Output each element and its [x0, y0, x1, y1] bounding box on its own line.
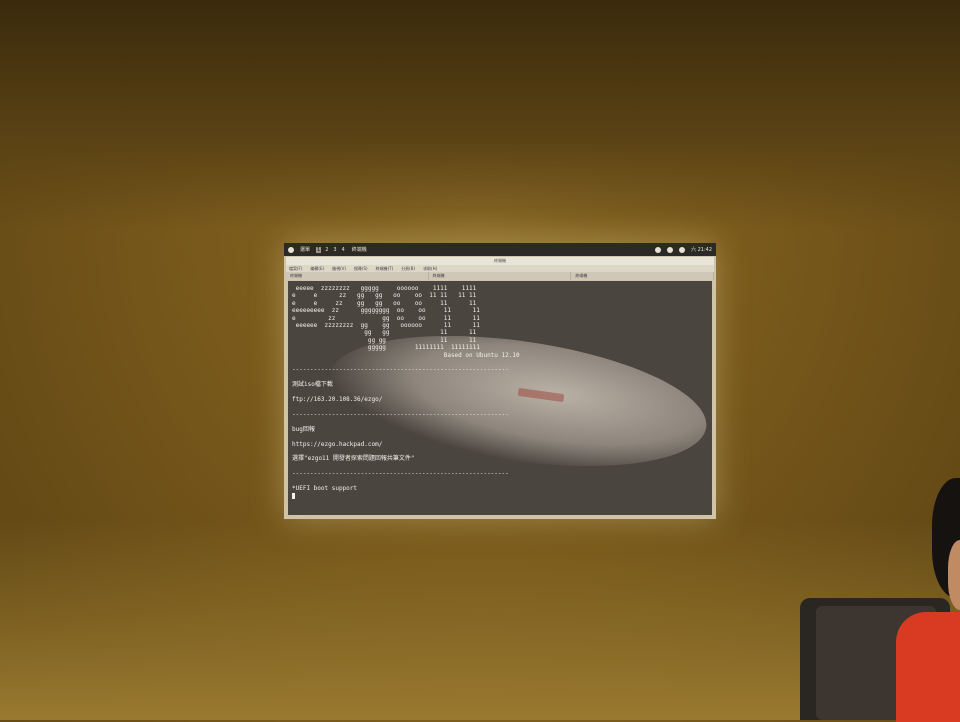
menu-file[interactable]: 檔案(F) [289, 265, 302, 272]
workspace-1[interactable]: 1 [316, 246, 322, 253]
ascii-art-line: e e zz gg gg oo oo 11 11 11 11 [292, 292, 477, 300]
divider-line: ----------------------------------------… [292, 410, 509, 418]
menu-terminal[interactable]: 終端機(T) [376, 265, 394, 272]
battery-icon[interactable] [679, 246, 685, 253]
iso-download-title: 測試iso檔下載 [292, 381, 333, 389]
window-menubar: 檔案(F) 編輯(E) 檢視(V) 搜尋(S) 終端機(T) 分頁(B) 求助(… [286, 265, 714, 272]
projected-screen: 選單 1 2 3 4 終端機 六 21:42 終端機 檔案(F) 編輯(E) 檢… [284, 243, 716, 519]
menu-search[interactable]: 搜尋(S) [354, 265, 368, 272]
window-titlebar[interactable]: 終端機 [286, 257, 714, 265]
bug-report-title: bug回報 [292, 425, 315, 433]
ascii-art-line: e zz gg oo oo 11 11 [292, 314, 480, 322]
iso-download-url: ftp://163.20.108.36/ezgo/ [292, 396, 383, 404]
ascii-art-line: e e zz gg gg oo oo 11 11 [292, 299, 477, 307]
volume-icon[interactable] [667, 246, 673, 253]
network-icon[interactable] [655, 246, 661, 253]
terminal-tabbar: 終端機 終端機 終端機 [286, 272, 715, 280]
menu-label[interactable]: 選單 [300, 246, 310, 253]
desktop-top-panel: 選單 1 2 3 4 終端機 六 21:42 [284, 243, 716, 256]
taskbar-terminal-item[interactable]: 終端機 [352, 246, 367, 253]
workspace-3[interactable]: 3 [332, 247, 337, 253]
terminal-text: eeeee zzzzzzzz ggggg oooooo 1111 1111 e e… [292, 285, 520, 500]
ascii-art-line: gg gg 11 11 [292, 336, 477, 344]
power-icon[interactable] [288, 246, 294, 253]
tab-terminal-1[interactable]: 終端機 [286, 272, 429, 280]
ascii-art-line: gg gg 11 11 [292, 329, 477, 337]
terminal-output-area[interactable]: eeeee zzzzzzzz ggggg oooooo 1111 1111 e e… [288, 281, 712, 515]
ascii-art-line: eeeee zzzzzzzz ggggg oooooo 1111 1111 [292, 285, 477, 292]
menu-help[interactable]: 求助(H) [423, 265, 437, 272]
workspace-4[interactable]: 4 [341, 247, 346, 253]
tab-terminal-3[interactable]: 終端機 [571, 272, 715, 280]
menu-edit[interactable]: 編輯(E) [310, 265, 324, 272]
panel-clock[interactable]: 六 21:42 [691, 246, 712, 253]
workspace-2[interactable]: 2 [324, 247, 329, 253]
terminal-cursor [292, 492, 295, 499]
ascii-art-line: eeeeeeeee zz gggggggg oo oo 11 11 [292, 307, 480, 315]
menu-tabs[interactable]: 分頁(B) [401, 265, 415, 272]
bug-report-url: https://ezgo.hackpad.com/ [292, 440, 383, 448]
ascii-art-line: ggggg 11111111 11111111 [292, 344, 480, 352]
tab-terminal-2[interactable]: 終端機 [429, 272, 572, 280]
divider-line: ----------------------------------------… [292, 470, 509, 478]
ascii-art-line: eeeeee zzzzzzzz gg gg oooooo 11 11 [292, 322, 480, 330]
person-red-shirt [896, 612, 960, 722]
wall-shadow-top [0, 0, 960, 230]
menu-view[interactable]: 檢視(V) [332, 265, 346, 272]
uefi-support-line: *UEFI boot support [292, 484, 358, 492]
divider-line: ----------------------------------------… [292, 366, 509, 374]
based-on-text: Based on Ubuntu 12.10 [443, 351, 520, 359]
workspace-switcher: 1 2 3 4 [316, 246, 346, 253]
person-face [948, 540, 960, 610]
bug-report-hint: 選擇"ezgo11 開發者探索問題回報共筆文件" [292, 455, 415, 463]
ubuntu-version-line: Based on Ubuntu 12.10 [292, 352, 520, 359]
